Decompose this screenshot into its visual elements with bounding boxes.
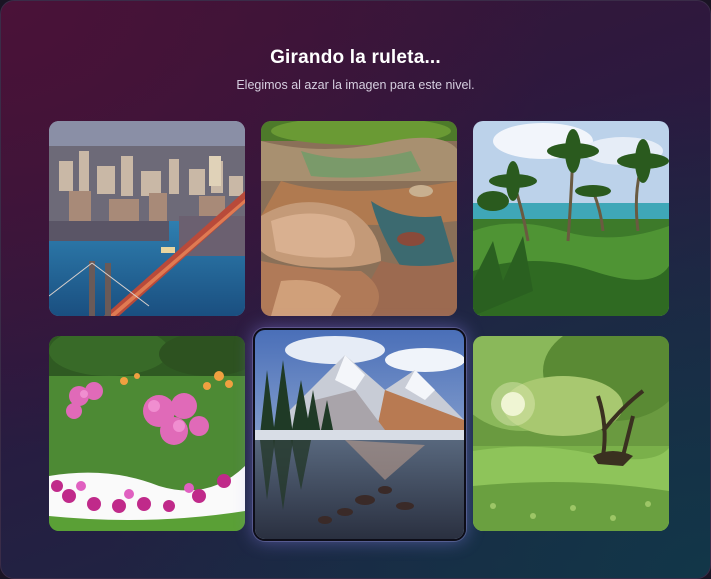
- flower-garden-image[interactable]: [49, 336, 245, 531]
- river-rocks-image[interactable]: [261, 121, 457, 316]
- palm-beach-image[interactable]: [473, 121, 669, 316]
- page-title: Girando la ruleta...: [270, 47, 441, 68]
- sunlit-forest-image[interactable]: [473, 336, 669, 531]
- page-subtitle: Elegimos al azar la imagen para este niv…: [236, 78, 475, 92]
- spin-roulette-panel: Girando la ruleta... Elegimos al azar la…: [0, 0, 711, 579]
- city-bridge-image[interactable]: [49, 121, 245, 316]
- mountain-lake-image[interactable]: [253, 328, 466, 541]
